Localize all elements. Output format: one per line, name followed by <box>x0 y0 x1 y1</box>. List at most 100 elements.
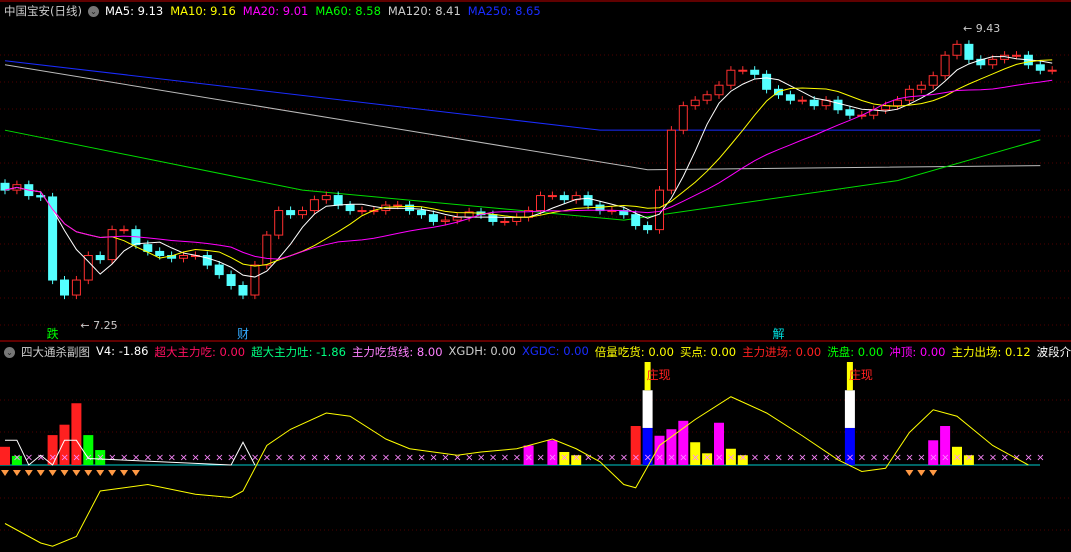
cross-marker: × <box>96 453 104 464</box>
diamond-marker <box>905 470 914 476</box>
legend-item: 主力吃货线: 8.00 <box>351 345 443 359</box>
candle-body <box>309 199 319 212</box>
cross-marker: × <box>656 453 664 464</box>
candle-body <box>536 195 545 212</box>
cross-marker: × <box>429 453 437 464</box>
legend-item: MA10: 9.16 <box>170 4 236 18</box>
cross-marker: × <box>132 453 140 464</box>
legend-item: 主力出场: 0.12 <box>951 345 1031 359</box>
diamond-marker <box>917 470 926 476</box>
candle-body <box>1012 54 1021 57</box>
diamond-marker <box>84 470 93 476</box>
cross-marker: × <box>275 453 283 464</box>
cross-marker: × <box>608 453 616 464</box>
candle-body <box>440 219 450 222</box>
candle-body <box>274 210 284 236</box>
candle-body <box>179 255 188 259</box>
cross-marker: × <box>632 453 640 464</box>
cross-marker: × <box>406 453 414 464</box>
candle-body <box>321 195 331 201</box>
candle-body <box>119 229 129 232</box>
diamond-marker <box>60 470 69 476</box>
diamond-marker <box>131 470 140 476</box>
candle-body <box>547 195 557 198</box>
cross-marker: × <box>299 453 307 464</box>
candle-body <box>559 195 569 201</box>
cross-marker: × <box>941 453 949 464</box>
cross-marker: × <box>13 453 21 464</box>
legend-item: 洗盘: 0.00 <box>827 345 884 359</box>
cross-marker: × <box>548 453 556 464</box>
candle-body <box>583 195 593 206</box>
candle-body <box>95 255 105 261</box>
cross-marker: × <box>334 453 342 464</box>
candle-body <box>155 250 165 257</box>
candle-body <box>286 210 296 216</box>
cross-marker: × <box>108 453 116 464</box>
diamond-marker <box>48 470 57 476</box>
candle-body <box>512 216 522 222</box>
yellow-line <box>4 396 1029 547</box>
candle-body <box>690 99 700 107</box>
cross-marker: × <box>418 453 426 464</box>
cross-marker: × <box>203 453 211 464</box>
diamond-marker <box>120 470 128 476</box>
candle-body <box>643 225 653 231</box>
cross-marker: × <box>191 453 199 464</box>
candle-body <box>345 204 355 212</box>
cross-marker: × <box>346 453 354 464</box>
cross-marker: × <box>287 453 295 464</box>
zhuang-label: 庄现 <box>849 367 873 382</box>
candle-body <box>809 99 819 107</box>
event-tag: 解 <box>773 327 785 341</box>
cross-marker: × <box>870 453 878 464</box>
candle-body <box>333 195 343 206</box>
candle-body <box>452 216 462 221</box>
cross-marker: × <box>394 453 402 464</box>
high-price-label: ← 9.43 <box>963 22 1000 35</box>
cross-marker: × <box>929 453 937 464</box>
chart-canvas: ← 9.43← 7.25跌财解庄现 庄现× × × × × × × × × × × × × × × × × × × × ×… <box>0 0 1071 547</box>
cross-marker: × <box>727 453 735 464</box>
cross-marker: × <box>453 453 461 464</box>
candle-body <box>1035 64 1045 71</box>
cross-marker: × <box>751 453 759 464</box>
candle-body <box>940 54 950 77</box>
candle-body <box>226 274 236 286</box>
ma20-line <box>4 79 1053 260</box>
ma120-line <box>4 64 1041 171</box>
candle-body <box>428 214 438 222</box>
cross-marker: × <box>620 453 628 464</box>
chevron-down-icon[interactable]: ⌄ <box>4 346 15 358</box>
cross-marker: × <box>120 453 128 464</box>
event-tag: 财 <box>237 327 249 341</box>
candle-body <box>678 105 688 131</box>
candle-body <box>107 229 117 261</box>
cross-marker: × <box>917 453 925 464</box>
cross-marker: × <box>144 453 152 464</box>
zhuang-white-bar <box>642 390 653 428</box>
legend-item: 超大主力吐: -1.86 <box>251 345 346 359</box>
candle-body <box>417 210 426 216</box>
cross-marker: × <box>965 453 973 464</box>
sub-title: 四大通杀副图 <box>21 345 90 359</box>
candle-body <box>298 210 307 216</box>
candle-body <box>60 279 69 296</box>
candle-body <box>833 99 843 111</box>
candle-body <box>488 214 498 222</box>
cross-marker: × <box>513 453 521 464</box>
candle-body <box>357 210 367 213</box>
cross-marker: × <box>263 453 271 464</box>
cross-marker: × <box>572 453 580 464</box>
legend-item: 冲顶: 0.00 <box>889 345 946 359</box>
candle-body <box>750 69 760 75</box>
legend-item: XGDC: 0.00 <box>521 344 589 358</box>
legend-item: MA20: 9.01 <box>242 4 309 18</box>
cross-marker: × <box>739 453 747 464</box>
chevron-down-icon[interactable]: ⌄ <box>87 5 99 17</box>
cross-marker: × <box>358 453 366 464</box>
candle-body <box>71 279 81 296</box>
cross-marker: × <box>846 453 854 464</box>
cross-marker: × <box>691 453 699 464</box>
cross-marker: × <box>322 453 330 464</box>
